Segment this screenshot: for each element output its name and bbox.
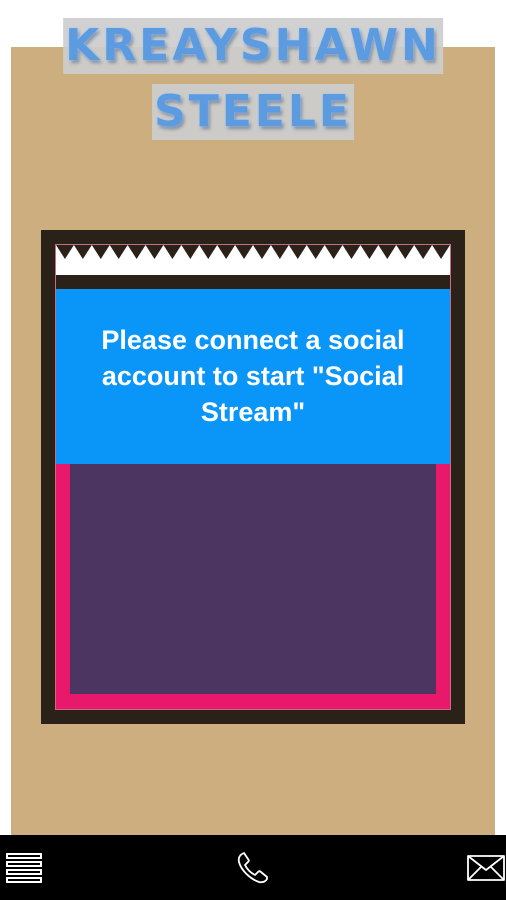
app-screen: Kreayshawn Steele Please connect a socia… <box>0 0 506 900</box>
menu-button[interactable] <box>0 845 46 891</box>
zigzag-band <box>56 275 450 289</box>
social-stream-frame: Please connect a social account to start… <box>41 230 465 724</box>
page-title-line-1: Kreayshawn <box>63 18 443 74</box>
phone-button[interactable] <box>230 845 276 891</box>
page-title-line-2: Steele <box>152 84 354 140</box>
connect-account-banner[interactable]: Please connect a social account to start… <box>56 289 450 464</box>
connect-account-message: Please connect a social account to start… <box>101 325 405 427</box>
mail-icon <box>467 855 505 881</box>
phone-icon <box>237 852 268 884</box>
zigzag-border <box>56 245 450 275</box>
social-stream-content <box>70 464 436 694</box>
mail-button[interactable] <box>463 845 506 891</box>
social-stream-widget: Please connect a social account to start… <box>55 244 451 710</box>
menu-icon <box>6 853 42 883</box>
bottom-nav-bar <box>0 835 506 900</box>
